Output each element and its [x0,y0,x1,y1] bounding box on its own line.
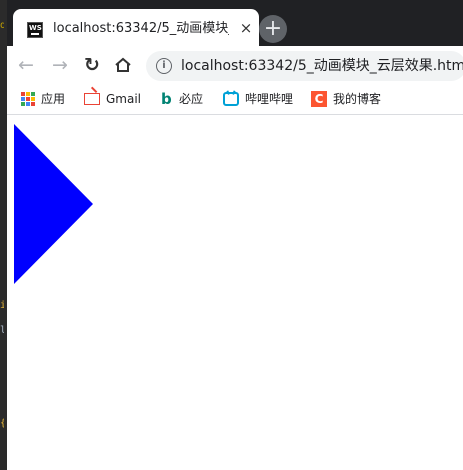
new-tab-button[interactable]: + [259,15,287,43]
browser-toolbar: ← → ↻ i localhost:63342/5_动画模块_云层效果.html… [7,46,463,84]
bookmark-bing[interactable]: b 必应 [161,88,203,110]
apps-grid-icon [21,91,35,106]
bilibili-icon [223,91,239,106]
bookmark-blog[interactable]: C 我的博客 [311,88,381,110]
site-info-icon[interactable]: i [156,58,172,74]
url-text[interactable]: localhost:63342/5_动画模块_云层效果.html/ [181,56,463,76]
bookmark-label: Gmail [106,92,142,106]
home-button[interactable] [110,52,136,78]
ide-code-fragment: i [0,300,4,311]
tab-title: localhost:63342/5_动画模块_云层效果.html [53,21,229,36]
blue-triangle [14,124,93,284]
bookmark-apps[interactable]: 应用 [21,88,65,110]
bookmark-label: 必应 [179,92,204,106]
reload-button[interactable]: ↻ [79,52,105,78]
bookmarks-bar: 应用 Gmail b 必应 哔哩哔哩 C 我的博客 [7,84,463,115]
bing-icon: b [161,89,172,108]
address-bar[interactable]: i localhost:63342/5_动画模块_云层效果.html/ [146,51,463,81]
browser-window: WS localhost:63342/5_动画模块_云层效果.html × + … [7,0,463,470]
tab-strip: WS localhost:63342/5_动画模块_云层效果.html × + [7,0,463,46]
bookmark-bilibili[interactable]: 哔哩哔哩 [223,88,293,110]
gmail-icon [84,92,100,105]
bookmark-label: 我的博客 [333,92,382,106]
webstorm-favicon-icon: WS [27,22,43,38]
active-tab[interactable]: WS localhost:63342/5_动画模块_云层效果.html × [13,9,259,46]
bookmark-label: 哔哩哔哩 [245,92,294,106]
ide-code-fragment: l [0,325,4,336]
close-tab-icon[interactable]: × [238,20,254,36]
bookmark-gmail[interactable]: Gmail [84,88,141,110]
page-content [7,115,463,470]
ide-code-fragment: d [0,20,4,31]
forward-button[interactable]: → [47,52,73,78]
back-button[interactable]: ← [13,52,39,78]
csdn-icon: C [311,90,327,107]
bookmark-label: 应用 [41,92,66,106]
ide-code-fragment: { [0,418,4,430]
home-icon [115,57,131,72]
